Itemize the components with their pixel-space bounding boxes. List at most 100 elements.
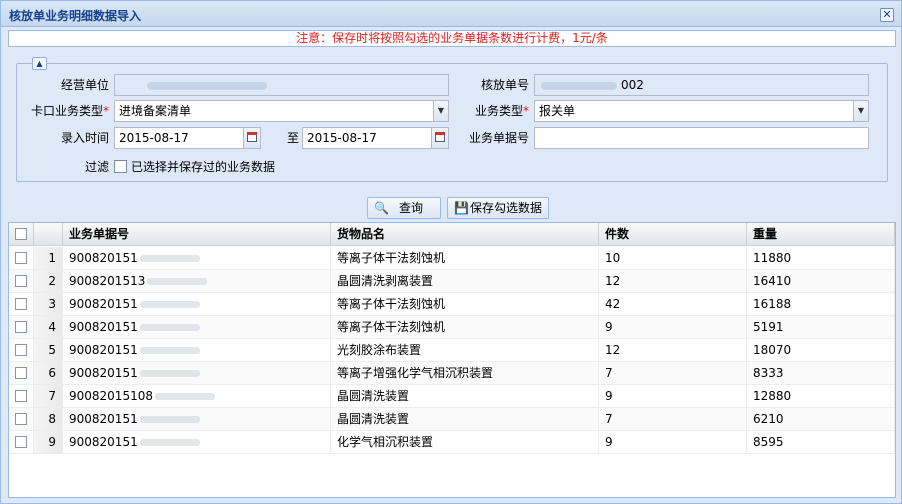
cell-doc-no-text: 900820151 <box>69 343 138 357</box>
row-checkbox[interactable] <box>15 367 27 379</box>
redacted-mark <box>139 416 200 423</box>
cell-weight: 11880 <box>747 247 895 269</box>
cell-weight: 18070 <box>747 339 895 361</box>
date-from-field[interactable]: 2015-08-17 <box>114 127 261 149</box>
chevron-down-icon[interactable]: ▼ <box>853 101 868 121</box>
cell-doc-no-text: 900820151 <box>69 366 138 380</box>
date-to-field[interactable]: 2015-08-17 <box>302 127 449 149</box>
biz-type-select[interactable]: 报关单 ▼ <box>534 100 869 122</box>
calendar-icon[interactable] <box>243 128 260 148</box>
col-weight-header[interactable]: 重量 <box>747 223 895 246</box>
cell-qty: 42 <box>599 293 747 315</box>
cell-weight: 6210 <box>747 408 895 430</box>
row-number-text: 7 <box>48 389 56 403</box>
cell-qty: 7 <box>599 408 747 430</box>
kk-type-select[interactable]: 进境备案清单 ▼ <box>114 100 449 122</box>
row-checkbox[interactable] <box>15 413 27 425</box>
cell-goods-name-text: 晶圆清洗装置 <box>337 412 410 426</box>
cell-goods-name-text: 等离子体干法刻蚀机 <box>337 251 446 265</box>
col-qty-header[interactable]: 件数 <box>599 223 747 246</box>
table-row[interactable]: 3 900820151 等离子体干法刻蚀机 42 16188 <box>9 293 895 316</box>
cell-doc-no: 900820151 <box>63 293 331 315</box>
filter-label: 过滤 <box>84 160 109 174</box>
row-checkbox[interactable] <box>15 321 27 333</box>
cell-doc-no: 9008201513 <box>63 270 331 292</box>
cell-goods-name-text: 晶圆清洗剥离装置 <box>337 274 434 288</box>
table-row[interactable]: 9 900820151 化学气相沉积装置 9 8595 <box>9 431 895 454</box>
row-checkbox[interactable] <box>15 275 27 287</box>
table-row[interactable]: 1 900820151 等离子体干法刻蚀机 10 11880 <box>9 247 895 270</box>
redacted-mark <box>541 81 617 90</box>
chevron-down-icon[interactable]: ▼ <box>433 101 448 121</box>
row-check-cell <box>9 247 34 269</box>
row-number: 3 <box>34 293 63 315</box>
redacted-mark <box>147 81 267 90</box>
table-row[interactable]: 4 900820151 等离子体干法刻蚀机 9 5191 <box>9 316 895 339</box>
cell-qty: 10 <box>599 247 747 269</box>
redacted-mark <box>139 370 200 377</box>
table-row[interactable]: 2 9008201513 晶圆清洗剥离装置 12 16410 <box>9 270 895 293</box>
cell-weight: 5191 <box>747 316 895 338</box>
cell-qty-text: 42 <box>605 297 621 311</box>
cell-goods-name: 晶圆清洗剥离装置 <box>331 270 599 292</box>
cell-goods-name-text: 等离子体干法刻蚀机 <box>337 320 446 334</box>
close-icon[interactable]: ✕ <box>880 8 894 22</box>
row-number-text: 5 <box>48 343 56 357</box>
cell-doc-no: 900820151 <box>63 339 331 361</box>
row-number: 6 <box>34 362 63 384</box>
cell-doc-no: 900820151 <box>63 316 331 338</box>
cell-doc-no-text: 900820151 <box>69 251 138 265</box>
cell-doc-no-text: 900820151 <box>69 320 138 334</box>
cell-doc-no: 900820151 <box>63 247 331 269</box>
cell-qty: 9 <box>599 431 747 453</box>
cell-weight: 16188 <box>747 293 895 315</box>
calendar-icon[interactable] <box>431 128 448 148</box>
dialog-titlebar[interactable]: 核放单业务明细数据导入 ✕ <box>1 1 901 27</box>
row-number-text: 6 <box>48 366 56 380</box>
row-number-text: 3 <box>48 297 56 311</box>
row-checkbox[interactable] <box>15 298 27 310</box>
query-button[interactable]: 🔍 查询 <box>367 197 441 219</box>
select-all-checkbox[interactable] <box>15 228 27 240</box>
jy-unit-field[interactable] <box>114 74 449 96</box>
row-checkbox[interactable] <box>15 344 27 356</box>
cell-doc-no-text: 90082015108 <box>69 389 153 403</box>
billing-notice: 注意：保存时将按照勾选的业务单据条数进行计费，1元/条 <box>8 30 896 47</box>
row-check-cell <box>9 316 34 338</box>
cell-doc-no-text: 900820151 <box>69 297 138 311</box>
row-number-text: 4 <box>48 320 56 334</box>
redacted-mark <box>139 324 200 331</box>
cell-weight: 12880 <box>747 385 895 407</box>
doc-no-input[interactable] <box>534 127 869 149</box>
cell-goods-name-text: 等离子体干法刻蚀机 <box>337 297 446 311</box>
save-selected-button[interactable]: 💾 保存勾选数据 <box>447 197 549 219</box>
table-row[interactable]: 6 900820151 等离子增强化学气相沉积装置 7 8333 <box>9 362 895 385</box>
cell-doc-no: 900820151 <box>63 408 331 430</box>
row-checkbox[interactable] <box>15 390 27 402</box>
grid-header: 业务单据号 货物品名 件数 重量 <box>9 223 895 246</box>
col-doc-header[interactable]: 业务单据号 <box>63 223 331 246</box>
hfd-field[interactable]: 002 <box>534 74 869 96</box>
cell-qty: 9 <box>599 316 747 338</box>
redacted-mark <box>139 255 200 262</box>
redacted-mark <box>139 347 200 354</box>
import-dialog: 核放单业务明细数据导入 ✕ 注意：保存时将按照勾选的业务单据条数进行计费，1元/… <box>0 0 902 504</box>
row-checkbox[interactable] <box>15 252 27 264</box>
redacted-mark <box>139 439 200 446</box>
table-row[interactable]: 8 900820151 晶圆清洗装置 7 6210 <box>9 408 895 431</box>
filter-checkbox[interactable] <box>114 160 127 173</box>
cell-weight: 8333 <box>747 362 895 384</box>
table-row[interactable]: 7 90082015108 晶圆清洗装置 9 12880 <box>9 385 895 408</box>
cell-weight: 8595 <box>747 431 895 453</box>
cell-qty-text: 7 <box>605 412 613 426</box>
row-checkbox[interactable] <box>15 436 27 448</box>
cell-goods-name: 等离子体干法刻蚀机 <box>331 316 599 338</box>
cell-goods-name: 等离子体干法刻蚀机 <box>331 247 599 269</box>
collapse-up-icon[interactable]: ▲ <box>32 57 47 70</box>
col-name-header[interactable]: 货物品名 <box>331 223 599 246</box>
entry-time-label: 录入时间 <box>60 131 109 145</box>
cell-doc-no: 900820151 <box>63 431 331 453</box>
save-icon: 💾 <box>454 201 469 215</box>
cell-doc-no-text: 900820151 <box>69 412 138 426</box>
table-row[interactable]: 5 900820151 光刻胶涂布装置 12 18070 <box>9 339 895 362</box>
